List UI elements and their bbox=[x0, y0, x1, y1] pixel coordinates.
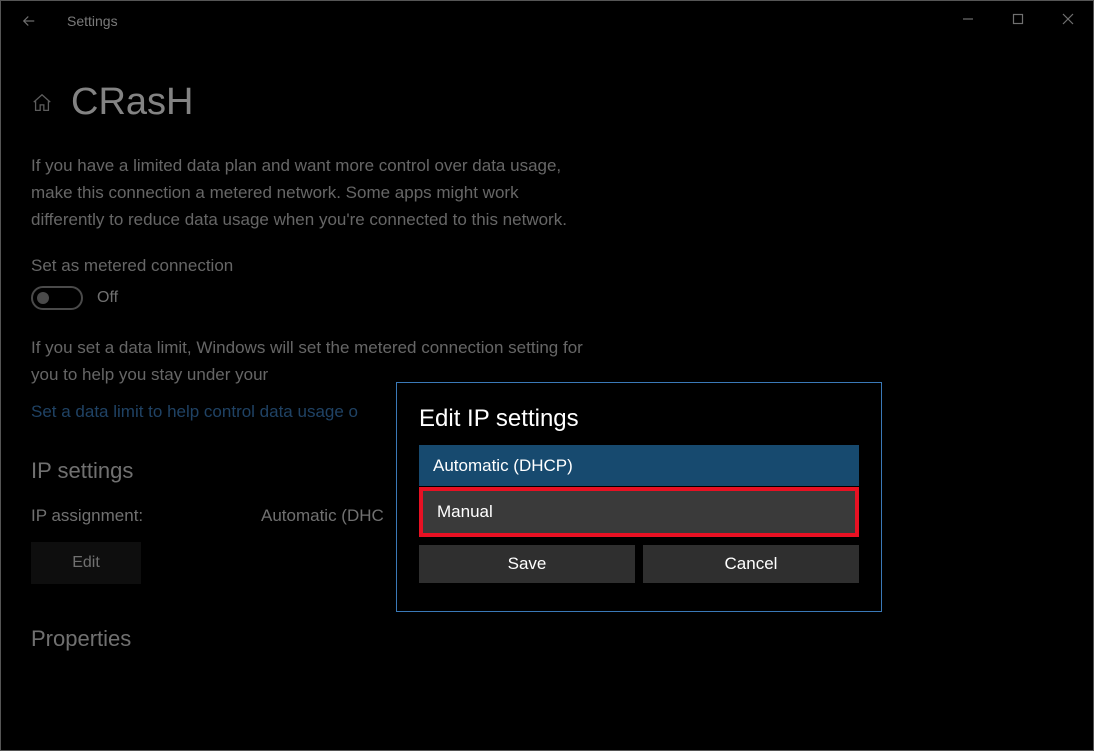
option-auto-label: Automatic (DHCP) bbox=[433, 456, 573, 476]
dropdown-option-automatic[interactable]: Automatic (DHCP) bbox=[419, 445, 859, 487]
maximize-button[interactable] bbox=[993, 1, 1043, 37]
close-button[interactable] bbox=[1043, 1, 1093, 37]
ip-assignment-label: IP assignment: bbox=[31, 506, 261, 526]
cancel-label: Cancel bbox=[725, 554, 778, 574]
toggle-state: Off bbox=[97, 289, 118, 307]
save-button[interactable]: Save bbox=[419, 545, 635, 583]
edit-button-label: Edit bbox=[72, 554, 100, 572]
titlebar: Settings bbox=[1, 1, 1093, 41]
window-controls bbox=[943, 1, 1093, 37]
save-label: Save bbox=[508, 554, 547, 574]
toggle-knob bbox=[37, 292, 49, 304]
metered-toggle-label: Set as metered connection bbox=[31, 256, 1063, 276]
ip-assignment-value: Automatic (DHC bbox=[261, 506, 384, 526]
properties-heading: Properties bbox=[31, 626, 1063, 652]
cancel-button[interactable]: Cancel bbox=[643, 545, 859, 583]
window-title: Settings bbox=[67, 13, 118, 29]
home-icon bbox=[31, 92, 53, 114]
edit-button[interactable]: Edit bbox=[31, 542, 141, 584]
option-manual-label: Manual bbox=[437, 502, 493, 522]
back-button[interactable] bbox=[11, 3, 47, 39]
metered-toggle[interactable] bbox=[31, 286, 83, 310]
edit-ip-dialog: Edit IP settings Automatic (DHCP) Manual… bbox=[396, 382, 882, 612]
data-limit-description: If you set a data limit, Windows will se… bbox=[31, 334, 591, 388]
minimize-button[interactable] bbox=[943, 1, 993, 37]
page-title: CRasH bbox=[71, 81, 193, 124]
dialog-title: Edit IP settings bbox=[419, 405, 859, 433]
dropdown-option-manual[interactable]: Manual bbox=[423, 491, 855, 533]
ip-mode-dropdown[interactable]: Automatic (DHCP) Manual bbox=[419, 445, 859, 537]
highlight-box: Manual bbox=[419, 487, 859, 537]
metered-description: If you have a limited data plan and want… bbox=[31, 152, 591, 234]
